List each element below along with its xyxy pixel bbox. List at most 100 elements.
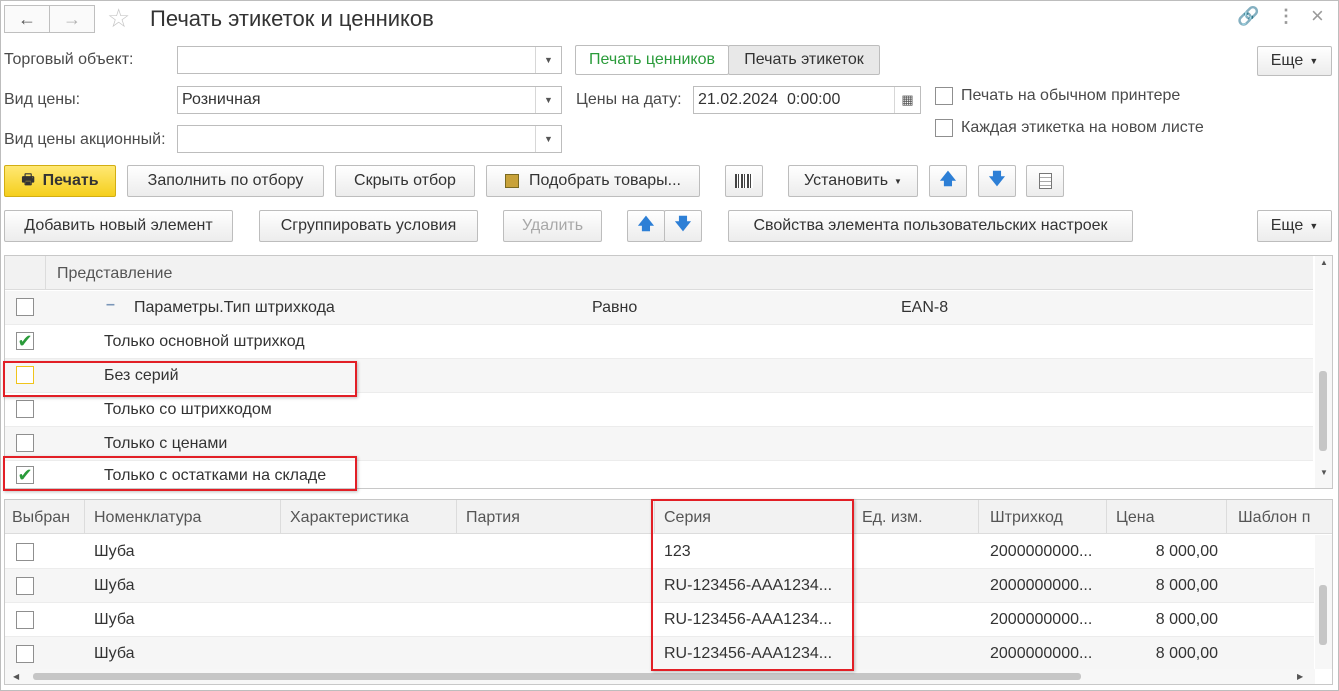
pick-goods-icon — [505, 174, 519, 188]
filter-table-header: Представление — [5, 256, 1313, 290]
goods-row-checkbox[interactable] — [16, 543, 34, 561]
filter-row[interactable]: Только со штрихкодом — [5, 393, 1313, 427]
delete-button[interactable]: Удалить — [503, 210, 602, 242]
move-down-button[interactable]: 🡇 — [978, 165, 1016, 197]
more-button-settings[interactable]: Еще ▼ — [1257, 210, 1332, 242]
goods-name: Шуба — [94, 611, 135, 628]
column-separator — [456, 500, 457, 534]
trade-object-label: Торговый объект: — [4, 51, 134, 68]
goods-price: 8 000,00 — [1155, 577, 1218, 594]
filter-row-checkbox[interactable]: ✔ — [16, 332, 34, 350]
column-separator — [84, 500, 85, 534]
document-button[interactable] — [1026, 165, 1064, 197]
add-element-button[interactable]: Добавить новый элемент — [4, 210, 233, 242]
tab-print-labels[interactable]: Печать этикеток — [728, 45, 880, 75]
each-label-new-sheet-checkbox[interactable] — [935, 119, 953, 137]
column-header-selected: Выбран — [12, 509, 70, 526]
scroll-thumb[interactable] — [1319, 371, 1327, 451]
more-button-top[interactable]: Еще ▼ — [1257, 46, 1332, 76]
hide-filter-button[interactable]: Скрыть отбор — [335, 165, 475, 197]
calendar-icon[interactable]: ▦ — [894, 87, 920, 113]
column-header-template: Шаблон п — [1238, 509, 1311, 526]
filter-vertical-scrollbar[interactable]: ▲ ▼ — [1315, 256, 1332, 488]
goods-row-checkbox[interactable] — [16, 577, 34, 595]
filter-row-label: Только с ценами — [104, 435, 228, 452]
tab-print-prices[interactable]: Печать ценников — [575, 45, 729, 75]
chevron-down-icon[interactable]: ▼ — [535, 87, 561, 113]
favorite-star-icon[interactable]: ☆ — [107, 3, 130, 34]
pick-goods-button[interactable]: Подобрать товары... — [486, 165, 700, 197]
forward-button[interactable]: → — [49, 5, 95, 33]
filter-row[interactable]: – Параметры.Тип штрихкода Равно EAN-8 — [5, 291, 1313, 325]
page-title: Печать этикеток и ценников — [150, 6, 434, 31]
promo-price-field[interactable]: ▼ — [177, 125, 562, 153]
each-label-new-sheet-label: Каждая этикетка на новом листе — [961, 119, 1204, 136]
filter-row-checkbox[interactable] — [16, 400, 34, 418]
filter-row-condition: Равно — [592, 299, 638, 316]
chevron-down-icon: ▼ — [1309, 56, 1319, 66]
filter-move-up-button[interactable]: 🡅 — [627, 210, 665, 242]
date-field[interactable]: 21.02.2024 0:00:00 ▦ — [693, 86, 921, 114]
close-icon[interactable]: × — [1311, 3, 1324, 29]
column-separator — [1226, 500, 1227, 534]
scroll-down-icon[interactable]: ▼ — [1320, 468, 1328, 477]
column-separator — [1106, 500, 1107, 534]
goods-barcode: 2000000000... — [990, 645, 1093, 662]
move-up-button[interactable]: 🡅 — [929, 165, 967, 197]
minus-icon[interactable]: – — [106, 296, 115, 314]
price-type-field[interactable]: Розничная ▼ — [177, 86, 562, 114]
highlight-box — [3, 456, 357, 491]
date-value: 21.02.2024 0:00:00 — [698, 91, 841, 108]
back-button[interactable]: ← — [4, 5, 50, 33]
more-actions-icon[interactable]: ⋮ — [1277, 6, 1295, 27]
back-arrow-icon: ← — [18, 8, 36, 29]
goods-row-checkbox[interactable] — [16, 645, 34, 663]
link-icon[interactable]: 🔗 — [1237, 6, 1259, 27]
column-header-nomenclature: Номенклатура — [94, 509, 202, 526]
column-header-batch: Партия — [466, 509, 520, 526]
filter-move-down-button[interactable]: 🡇 — [664, 210, 702, 242]
column-header-price: Цена — [1116, 509, 1155, 526]
column-header-barcode: Штрихкод — [990, 509, 1063, 526]
filter-row-label: Только основной штрихкод — [104, 333, 305, 350]
more-button-label: Еще — [1270, 52, 1304, 69]
column-header-unit: Ед. изм. — [862, 509, 923, 526]
group-conditions-button[interactable]: Сгруппировать условия — [259, 210, 478, 242]
scroll-right-icon[interactable]: ▶ — [1297, 672, 1303, 681]
scroll-up-icon[interactable]: ▲ — [1320, 258, 1328, 267]
element-properties-button[interactable]: Свойства элемента пользовательских настр… — [728, 210, 1133, 242]
goods-barcode: 2000000000... — [990, 611, 1093, 628]
filter-row[interactable]: ✔ Только основной штрихкод — [5, 325, 1313, 359]
goods-price: 8 000,00 — [1155, 543, 1218, 560]
barcode-scan-button[interactable] — [725, 165, 763, 197]
goods-row-checkbox[interactable] — [16, 611, 34, 629]
column-separator — [978, 500, 979, 534]
set-button-label: Установить — [804, 172, 889, 189]
goods-horizontal-scrollbar[interactable]: ◀ ▶ — [5, 669, 1315, 684]
goods-name: Шуба — [94, 645, 135, 662]
column-separator — [45, 256, 46, 290]
ordinary-printer-checkbox[interactable] — [935, 87, 953, 105]
goods-barcode: 2000000000... — [990, 543, 1093, 560]
goods-vertical-scrollbar[interactable] — [1315, 535, 1332, 669]
more-button-label: Еще — [1270, 217, 1304, 234]
filter-row-label: Только со штрихкодом — [104, 401, 272, 418]
print-button[interactable]: 🖶 Печать — [4, 165, 116, 197]
filter-row-checkbox[interactable] — [16, 434, 34, 452]
arrow-up-icon: 🡅 — [637, 215, 655, 233]
goods-barcode: 2000000000... — [990, 577, 1093, 594]
fill-by-filter-button[interactable]: Заполнить по отбору — [127, 165, 324, 197]
chevron-down-icon: ▼ — [894, 176, 902, 186]
filter-row-checkbox[interactable] — [16, 298, 34, 316]
chevron-down-icon[interactable]: ▼ — [535, 126, 561, 152]
set-button[interactable]: Установить ▼ — [788, 165, 918, 197]
chevron-down-icon[interactable]: ▼ — [535, 47, 561, 73]
filter-row-value: EAN-8 — [901, 299, 949, 316]
scroll-left-icon[interactable]: ◀ — [13, 672, 19, 681]
arrow-down-icon: 🡇 — [988, 170, 1006, 188]
trade-object-field[interactable]: ▼ — [177, 46, 562, 74]
price-type-value: Розничная — [182, 91, 261, 108]
scroll-thumb[interactable] — [33, 673, 1081, 680]
header-representation: Представление — [57, 265, 173, 282]
scroll-thumb[interactable] — [1319, 585, 1327, 645]
